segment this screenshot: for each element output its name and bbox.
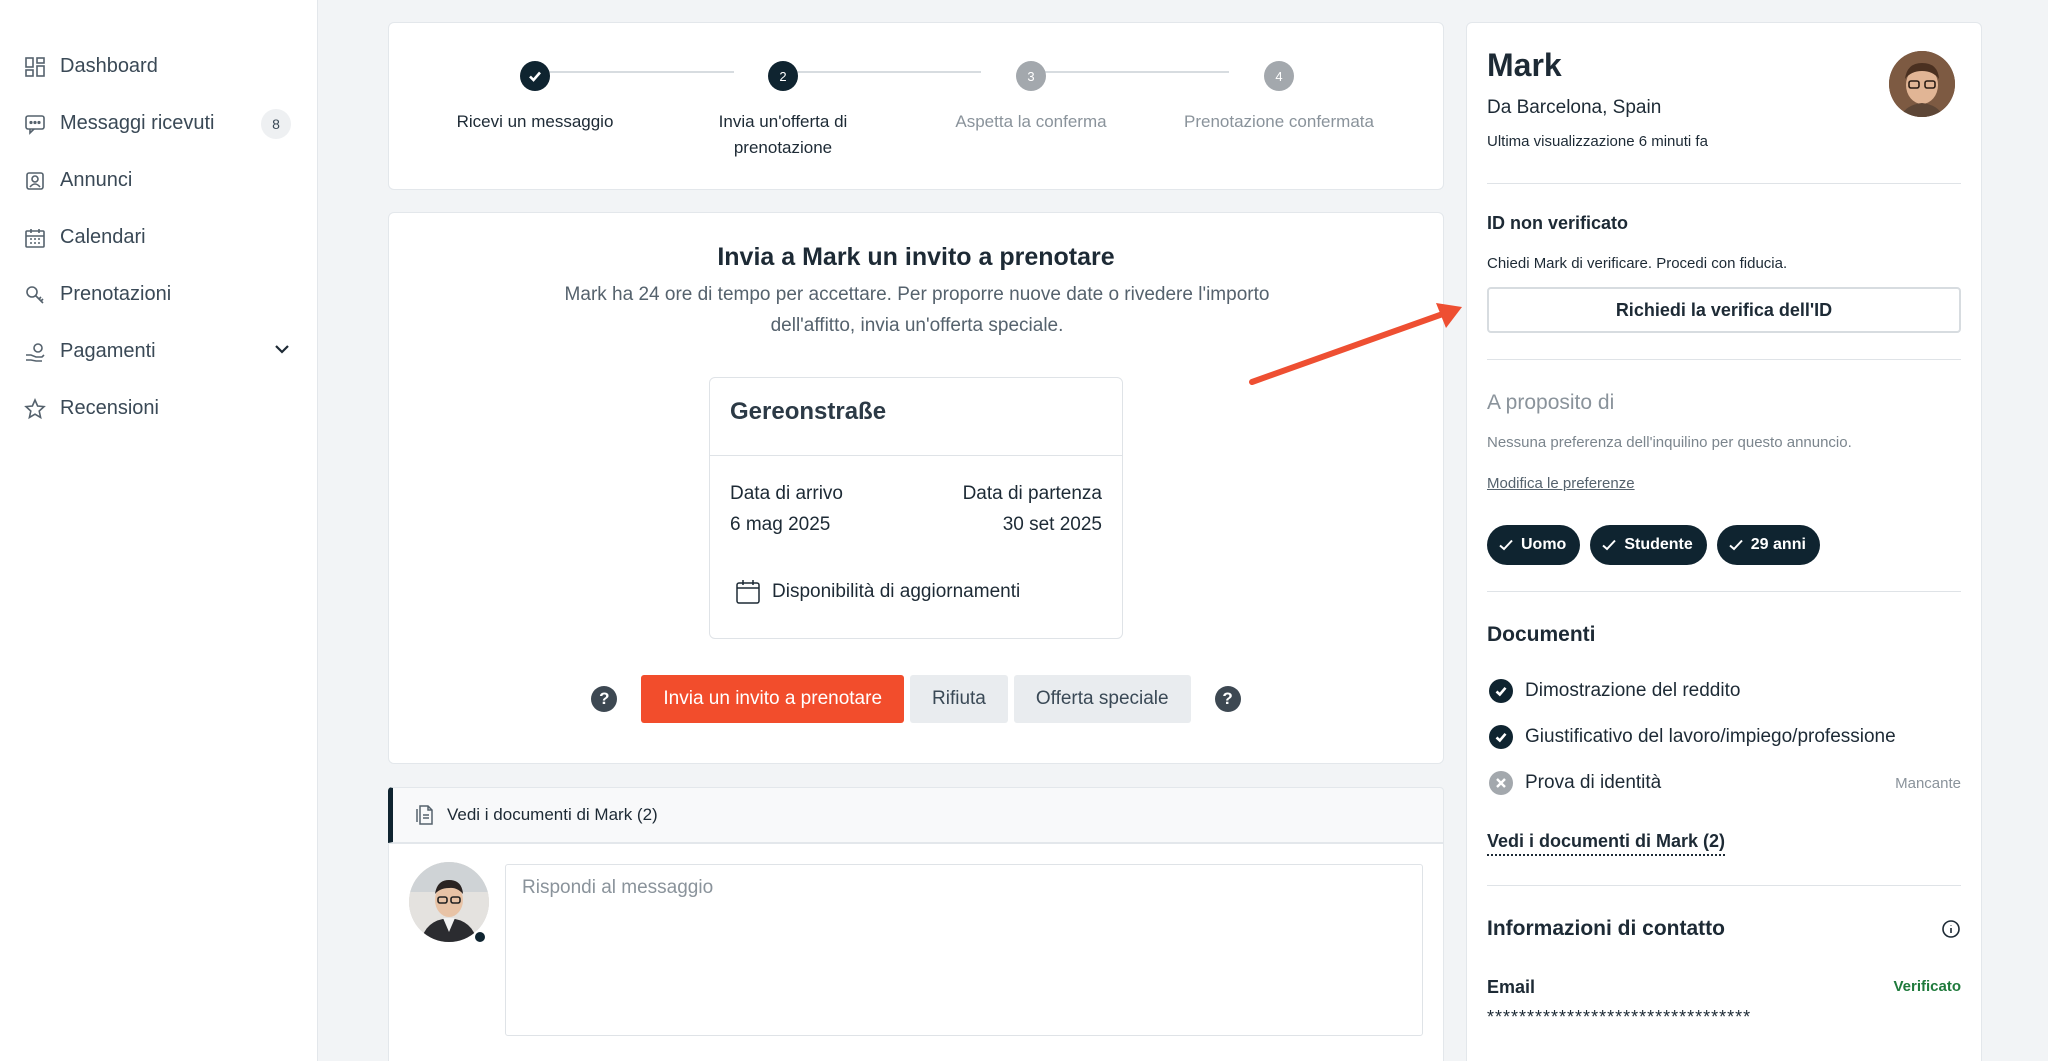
- sidebar-item-label: Annunci: [60, 169, 133, 191]
- step-label: Aspetta la conferma: [955, 112, 1107, 131]
- annotation-arrow-icon: [1249, 303, 1462, 385]
- invite-subtitle: Mark ha 24 ore di tempo per accettare. P…: [564, 284, 1270, 336]
- property-name: Gereonstraße: [710, 378, 1122, 456]
- tenant-location: Da Barcelona, Spain: [1487, 97, 1662, 118]
- about-text: Nessuna preferenza dell'inquilino per qu…: [1487, 434, 1852, 451]
- departure-date: 30 set 2025: [1002, 514, 1102, 535]
- sidebar-item-bookings[interactable]: Prenotazioni: [0, 266, 317, 323]
- chevron-down-icon[interactable]: [271, 338, 293, 366]
- view-documents-label: Vedi i documenti di Mark (2): [447, 805, 658, 824]
- document-item: Dimostrazione del reddito: [1487, 679, 1961, 703]
- departure-label: Data di partenza: [962, 483, 1102, 504]
- last-seen: Ultima visualizzazione 6 minuti fa: [1487, 133, 1708, 150]
- document-icon: [416, 805, 433, 825]
- reject-button[interactable]: Rifiuta: [910, 675, 1008, 723]
- tenant-name: Mark: [1487, 47, 1562, 83]
- tenant-profile-card: Mark Da Barcelona, Spain Ultima visualiz…: [1466, 22, 1982, 1061]
- divider: [1487, 183, 1961, 184]
- update-availability-link[interactable]: Disponibilità di aggiornamenti: [734, 578, 1020, 606]
- id-status-text: Chiedi Mark di verificare. Procedi con f…: [1487, 255, 1788, 272]
- reply-section: [388, 843, 1444, 1061]
- step-number: 3: [1016, 61, 1046, 91]
- email-label: Email: [1487, 977, 1536, 997]
- request-id-verification-button[interactable]: Richiedi la verifica dell'ID: [1487, 287, 1961, 333]
- check-icon: [1489, 725, 1513, 749]
- view-documents-link[interactable]: Vedi i documenti di Mark (2): [1487, 831, 1726, 856]
- document-item: Prova di identità Mancante: [1487, 771, 1961, 795]
- step-connector: [1039, 71, 1229, 73]
- attribute-chip: Uomo: [1487, 525, 1581, 565]
- view-documents-bar[interactable]: Vedi i documenti di Mark (2): [388, 787, 1444, 843]
- arrival-label: Data di arrivo: [730, 483, 843, 504]
- sidebar-item-payments[interactable]: Pagamenti: [0, 323, 317, 380]
- sidebar-item-calendars[interactable]: Calendari: [0, 209, 317, 266]
- info-icon[interactable]: [1941, 919, 1961, 939]
- step-label: Ricevi un messaggio: [456, 112, 614, 131]
- reply-message-input[interactable]: [505, 864, 1423, 1036]
- sidebar-item-listings[interactable]: Annunci: [0, 152, 317, 209]
- avatar: [1889, 51, 1955, 117]
- special-offer-button[interactable]: Offerta speciale: [1013, 675, 1191, 723]
- close-icon: [1489, 771, 1513, 795]
- check-icon: [520, 61, 550, 91]
- listing-icon: [24, 170, 46, 192]
- step-connector: [544, 71, 734, 73]
- id-status-title: ID non verificato: [1487, 213, 1629, 233]
- check-icon: [1499, 539, 1513, 551]
- update-availability-label: Disponibilità di aggiornamenti: [772, 581, 1021, 602]
- sidebar-item-label: Pagamenti: [60, 340, 156, 362]
- sidebar-item-dashboard[interactable]: Dashboard: [0, 38, 317, 95]
- payment-icon: [24, 341, 46, 363]
- email-verified-badge: Verificato: [1893, 978, 1961, 995]
- tenant-attributes: Uomo Studente 29 anni: [1487, 525, 1830, 565]
- step-number: 2: [768, 61, 798, 91]
- sidebar-item-messages[interactable]: Messaggi ricevuti 8: [0, 95, 317, 152]
- star-icon: [24, 397, 46, 420]
- sidebar: Dashboard Messaggi ricevuti 8 Annunci Ca…: [0, 0, 318, 1061]
- send-invite-button[interactable]: Invia un invito a prenotare: [641, 675, 905, 723]
- document-status: Mancante: [1895, 774, 1961, 792]
- contact-info-title: Informazioni di contatto: [1487, 917, 1725, 940]
- key-icon: [24, 284, 46, 306]
- sidebar-item-label: Dashboard: [60, 55, 158, 77]
- step-label: Prenotazione confermata: [1184, 112, 1374, 131]
- about-title: A proposito di: [1487, 391, 1615, 414]
- unread-count-badge: 8: [261, 108, 291, 139]
- arrival-date: 6 mag 2025: [730, 514, 831, 535]
- booking-progress-stepper: Ricevi un messaggio 2 Invia un'offerta d…: [388, 22, 1444, 190]
- divider: [1487, 885, 1961, 886]
- property-summary: Gereonstraße Data di arrivo 6 mag 2025 D…: [709, 377, 1123, 639]
- calendar-icon: [736, 580, 760, 604]
- booking-dates: Data di arrivo 6 mag 2025 Data di parten…: [730, 478, 1102, 540]
- invite-actions: ? Invia un invito a prenotare Rifiuta Of…: [389, 675, 1443, 723]
- message-icon: [24, 113, 46, 135]
- step-label: Invia un'offerta di prenotazione: [718, 112, 848, 157]
- sidebar-item-reviews[interactable]: Recensioni: [0, 380, 317, 437]
- step-number: 4: [1264, 61, 1294, 91]
- sidebar-item-label: Prenotazioni: [60, 283, 172, 305]
- sidebar-item-label: Messaggi ricevuti: [60, 112, 215, 134]
- sidebar-item-label: Calendari: [60, 226, 146, 248]
- documents-title: Documenti: [1487, 623, 1596, 646]
- help-icon[interactable]: ?: [1214, 686, 1241, 712]
- invite-title: Invia a Mark un invito a prenotare: [717, 243, 1115, 271]
- calendar-icon: [24, 227, 46, 249]
- check-icon: [1729, 539, 1743, 551]
- step-connector: [791, 71, 981, 73]
- sidebar-item-label: Recensioni: [60, 397, 159, 419]
- edit-preferences-link[interactable]: Modifica le preferenze: [1487, 475, 1635, 492]
- document-item: Giustificativo del lavoro/impiego/profes…: [1487, 725, 1961, 749]
- dashboard-icon: [24, 56, 46, 78]
- divider: [1487, 359, 1961, 360]
- attribute-chip: 29 anni: [1716, 525, 1820, 565]
- attribute-chip: Studente: [1590, 525, 1707, 565]
- online-status-dot: [473, 930, 487, 944]
- check-icon: [1489, 679, 1513, 703]
- divider: [1487, 591, 1961, 592]
- check-icon: [1602, 539, 1617, 551]
- help-icon[interactable]: ?: [591, 686, 618, 712]
- email-value: *********************************: [1487, 1007, 1752, 1027]
